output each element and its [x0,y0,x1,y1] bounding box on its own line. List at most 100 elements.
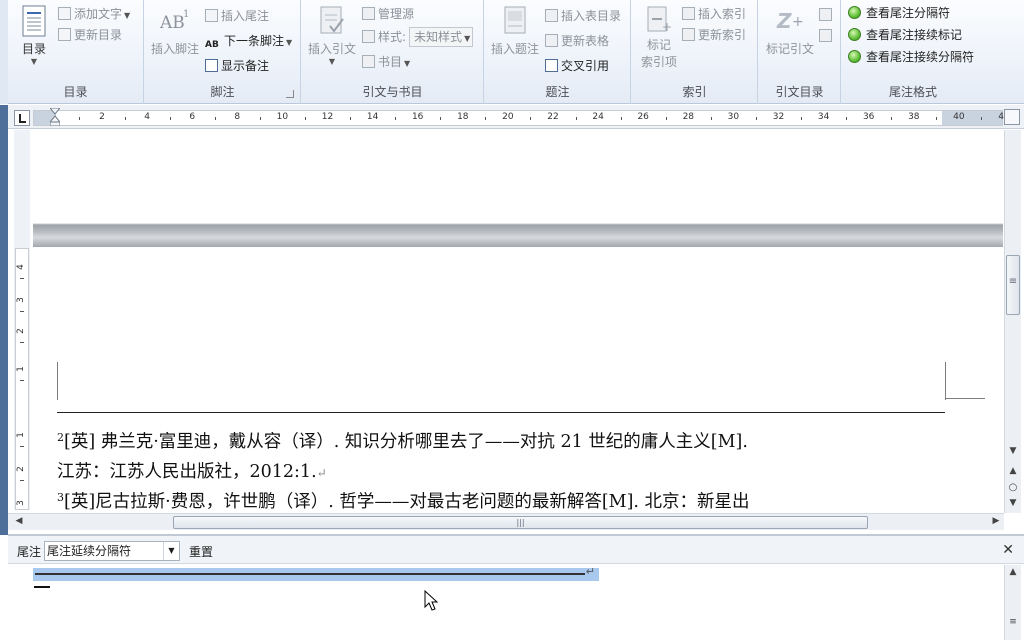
next-footnote-button[interactable]: AB 下一条脚注 ▼ [205,31,292,51]
scroll-right-icon[interactable]: ▶ [988,516,1004,526]
vertical-scroll-thumb[interactable]: ≡ [1006,255,1020,315]
ruler-tick-label: 14 [366,112,379,122]
group-captions: 插入题注 插入表目录 更新表格 交叉引用 题注 [485,0,631,104]
grip-icon: ||| [516,518,525,527]
update-index-button[interactable]: 更新索引 [682,25,746,45]
citation-style-control[interactable]: 样式: 未知样式 ▼ [362,27,474,47]
insert-endnote-button[interactable]: 插入尾注 [205,6,269,26]
cross-reference-label: 交叉引用 [561,59,610,73]
insert-citation-label: 插入引文 [307,42,356,56]
ruler-tick-mark [169,117,171,120]
cross-reference-button[interactable]: 交叉引用 [545,56,609,76]
scroll-up-icon[interactable]: ▲ [1005,567,1021,577]
update-toa-button[interactable] [819,26,835,46]
view-continuation-notice-button[interactable]: 查看尾注接续标记 [848,25,962,45]
reset-button[interactable]: 重置 [189,543,213,560]
page-separator [33,223,1003,247]
chevron-down-icon: ▼ [286,38,293,47]
vertical-ruler-tick-mark [20,446,24,447]
view-continuation-notice-label: 查看尾注接续标记 [866,28,963,42]
horizontal-scroll-thumb[interactable]: ||| [173,516,868,529]
previous-page-icon[interactable]: ▲ [1005,466,1021,476]
update-table-button[interactable]: 更新表格 [545,31,609,51]
insert-footnote-icon: AB 1 [159,9,189,33]
insert-footnote-button[interactable]: AB 1 插入脚注 [149,4,201,57]
mark-citation-button[interactable]: Z + 标记引文 [761,4,819,57]
ruler-tick-mark [981,117,983,120]
crop-mark [57,362,58,400]
vertical-ruler[interactable]: 4 3 2 1 1 2 3 [14,130,30,515]
view-ruler-icon[interactable] [1004,109,1020,125]
vertical-ruler-tick-label: 2 [15,328,26,334]
view-continuation-separator-button[interactable]: 查看尾注接续分隔符 [848,47,974,67]
insert-caption-button[interactable]: 插入题注 [487,4,543,57]
group-index: + 标记 索引项 插入索引 更新索引 索引 [632,0,758,104]
tab-selector-icon[interactable] [14,110,30,126]
notes-pane-body[interactable]: ↵ [8,565,1004,640]
horizontal-ruler[interactable]: 24681012141618202224262830323436384042 [33,110,1010,126]
group-toa: Z + 标记引文 引文目录 [759,0,841,104]
ruler-tick-label: 26 [637,112,649,122]
manage-sources-button[interactable]: 管理源 [362,4,414,24]
bibliography-label: 书目 [378,55,403,69]
mark-entry-button[interactable]: + 标记 索引项 [636,4,682,70]
add-text-button[interactable]: 添加文字 ▼ [58,4,130,24]
scroll-left-icon[interactable]: ◀ [11,516,27,526]
svg-text:+: + [662,20,672,34]
crop-mark [945,398,985,399]
grip-icon: ≡ [1008,276,1018,287]
ruler-tick-mark [620,117,622,120]
group-captions-label: 题注 [545,85,570,99]
ruler-tick-mark [214,117,216,120]
insert-citation-button[interactable]: 插入引文 ▼ [306,4,358,66]
insert-footnote-label: 插入脚注 [150,42,199,56]
insert-table-of-figures-label: 插入表目录 [561,9,622,23]
ruler-tick-mark [575,117,577,120]
next-footnote-label: 下一条脚注 [224,34,285,48]
chevron-down-icon: ▼ [328,57,336,66]
update-table-label: 更新表格 [561,34,610,48]
insert-toa-button[interactable] [819,5,835,25]
vertical-ruler-tick-label: 3 [15,297,26,303]
vertical-ruler-tick-mark [20,480,24,481]
horizontal-scrollbar[interactable]: ◀ ||| ▶ [8,513,1004,530]
insert-citation-icon [320,6,344,34]
continuation-separator-selection[interactable]: ↵ [33,565,599,581]
notes-type-value: 尾注延续分隔符 [47,544,132,558]
ruler-tick-label: 18 [457,112,469,122]
toc-button[interactable]: 目录 ▼ [14,4,54,66]
table-of-figures-icon [545,9,558,22]
next-page-icon[interactable]: ▼ [1005,498,1021,508]
insert-caption-icon [504,6,526,34]
insert-caption-label: 插入题注 [490,42,539,56]
select-browse-object-icon[interactable]: ○ [1005,482,1021,493]
bibliography-button[interactable]: 书目 ▼ [362,52,410,72]
citation-style-select[interactable]: 未知样式 ▼ [409,27,474,47]
ruler-tick-label: 40 [953,112,965,122]
close-icon[interactable]: ✕ [1002,542,1014,558]
insert-endnote-icon [205,9,218,22]
notes-vertical-scrollbar[interactable]: ▲ ≡ [1004,565,1021,640]
view-separator-button[interactable]: 查看尾注分隔符 [848,3,950,23]
ribbon: 目录 ▼ 添加文字 ▼ 更新目录 目录 AB 1 插入脚注 插入尾注 AB 下一条脚… [0,0,1024,104]
update-toc-button[interactable]: 更新目录 [58,25,122,45]
grip-icon[interactable]: ≡ [1005,617,1021,627]
group-footnotes: AB 1 插入脚注 插入尾注 AB 下一条脚注 ▼ 显示备注 脚注 [145,0,301,104]
update-toc-label: 更新目录 [74,28,123,42]
group-footnotes-label: 脚注 [210,85,235,99]
ruler-tick-mark [755,117,757,120]
insert-table-of-figures-button[interactable]: 插入表目录 [545,6,621,26]
insert-index-button[interactable]: 插入索引 [682,4,746,24]
vertical-ruler-tick-label: 3 [15,500,26,506]
vertical-scrollbar[interactable]: ≡ ▼ ▲ ○ ▼ [1004,130,1021,513]
scroll-down-icon[interactable]: ▼ [1005,446,1021,456]
green-circle-icon [848,50,861,63]
notes-type-select[interactable]: 尾注延续分隔符 ▼ [44,541,180,561]
chevron-down-icon: ▼ [30,57,38,66]
vertical-ruler-tick-label: 2 [15,466,26,472]
indent-marker-icon[interactable] [50,108,60,126]
document-area[interactable]: 2[英] 弗兰克·富里迪，戴从容（译）. 知识分析哪里去了——对抗 21 世纪的… [33,130,1003,513]
show-notes-button[interactable]: 显示备注 [205,56,269,76]
insert-index-label: 插入索引 [698,7,747,21]
ruler-tick-mark [846,117,848,120]
